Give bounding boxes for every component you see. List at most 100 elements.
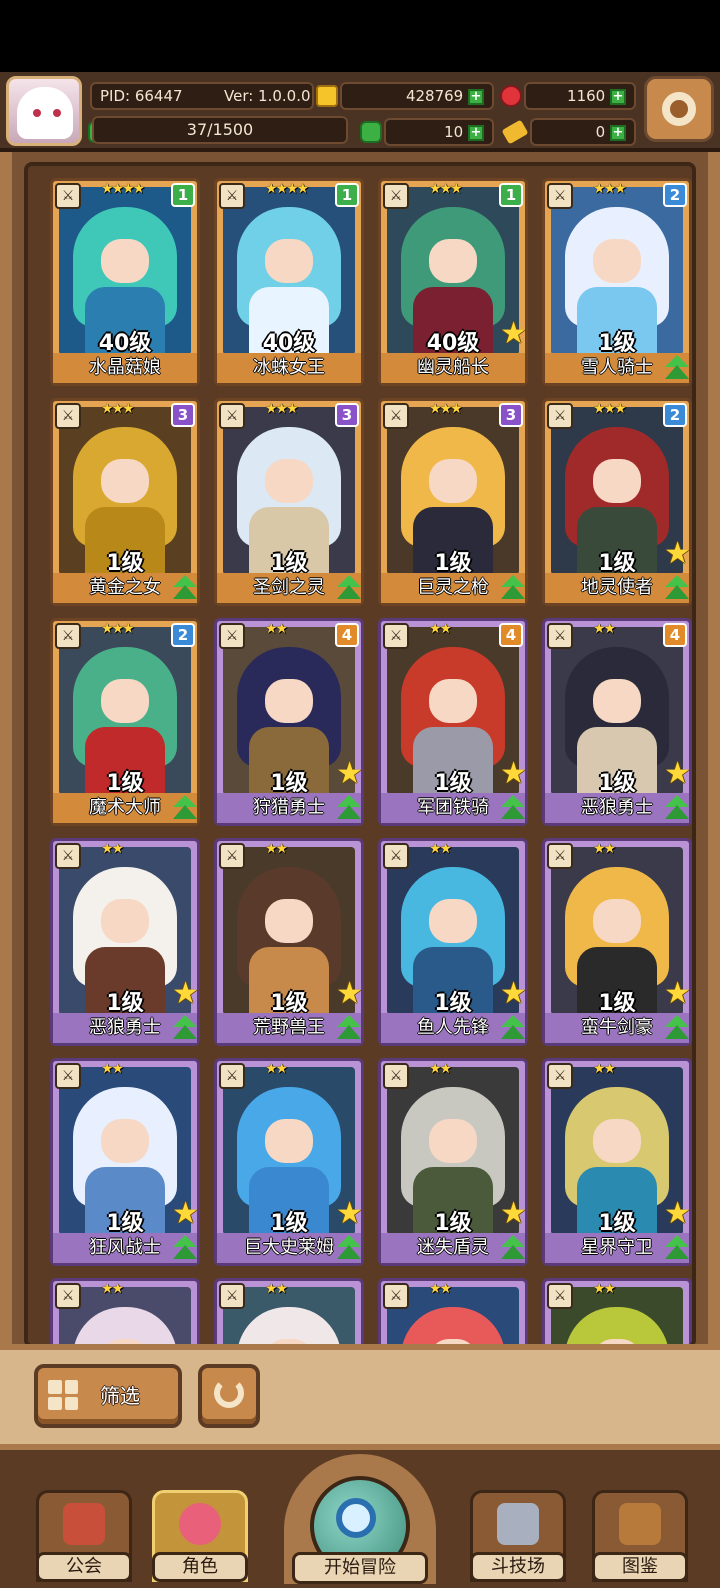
rarity-stars: ★★ — [593, 1061, 616, 1077]
portrait-face — [429, 459, 477, 503]
portrait-face — [265, 1119, 313, 1163]
refresh-button[interactable] — [198, 1364, 260, 1428]
rarity-stars: ★★ — [593, 621, 616, 637]
add-key-button[interactable]: + — [610, 124, 626, 141]
version-text: Ver: 1.0.0.0 — [224, 87, 311, 105]
level-up-arrow-icon — [335, 1233, 363, 1263]
key-amount: 0 — [595, 123, 606, 141]
character-card[interactable]: ⚔ ★★ 1级 鱼人先锋 ★ — [378, 838, 528, 1046]
add-gem-button[interactable]: + — [610, 88, 626, 105]
player-info-pill: PID: 66447 Ver: 1.0.0.0 — [90, 82, 314, 110]
bottom-nav: 公会 角色 开始冒险 斗技场 图鉴 — [0, 1450, 720, 1588]
tier-badge: 2 — [171, 623, 195, 647]
character-card[interactable]: ⚔ ★★★ 2 1级 魔术大师 — [50, 618, 200, 826]
character-card[interactable]: ⚔ ★★★ 3 1级 黄金之女 — [50, 398, 200, 606]
portrait-face — [265, 679, 313, 723]
character-card[interactable]: ⚔ ★★ 1级 巨大史莱姆 ★ — [214, 1058, 364, 1266]
character-card[interactable]: ⚔ ★★ 1级 狂风战士 ★ — [50, 1058, 200, 1266]
gold-pill: 428769 + — [340, 82, 494, 110]
character-card[interactable]: ⚔ ★★ — [542, 1278, 692, 1344]
character-card[interactable]: ⚔ ★★ 1级 迷失盾灵 ★ — [378, 1058, 528, 1266]
nav-guild[interactable]: 公会 — [36, 1490, 132, 1582]
control-bar: 筛选 — [0, 1344, 720, 1450]
character-grid: ⚔ ★★★★ 1 40级 水晶菇娘 ⚔ ★★★★ 1 40级 冰蛛女王 ⚔ ★★★ 1 40级 幽灵船长 ★ ⚔… — [24, 162, 696, 1348]
tier-badge: 3 — [171, 403, 195, 427]
nav-role-label: 角色 — [152, 1552, 248, 1582]
pid-text: PID: 66447 — [100, 87, 183, 105]
class-type-icon: ⚔ — [55, 403, 81, 429]
level-up-arrow-icon — [499, 1233, 527, 1263]
character-card[interactable]: ⚔ ★★ 1级 荒野兽王 ★ — [214, 838, 364, 1046]
character-name: 水晶菇娘 — [53, 353, 197, 383]
character-card[interactable]: ⚔ ★★ 1级 恶狼勇士 ★ — [50, 838, 200, 1046]
portrait-face — [265, 239, 313, 283]
tier-badge: 1 — [171, 183, 195, 207]
player-avatar[interactable] — [6, 76, 82, 146]
character-card[interactable]: ⚔ ★★ 4 1级 恶狼勇士 ★ — [542, 618, 692, 826]
tier-badge: 4 — [663, 623, 687, 647]
class-type-icon: ⚔ — [383, 1283, 409, 1309]
star-upgrade-icon: ★ — [500, 316, 527, 351]
character-card[interactable]: ⚔ ★★★ 1 40级 幽灵船长 ★ — [378, 178, 528, 386]
class-type-icon: ⚔ — [547, 183, 573, 209]
tier-badge: 2 — [663, 403, 687, 427]
nav-codex[interactable]: 图鉴 — [592, 1490, 688, 1582]
star-upgrade-icon: ★ — [664, 756, 691, 791]
star-upgrade-icon: ★ — [664, 1196, 691, 1231]
character-card[interactable]: ⚔ ★★ 1级 星界守卫 ★ — [542, 1058, 692, 1266]
level-up-arrow-icon — [663, 1013, 691, 1043]
magnifier-icon — [336, 1498, 376, 1538]
rarity-stars: ★★★ — [265, 401, 299, 417]
character-card[interactable]: ⚔ ★★ 4 1级 军团铁骑 ★ — [378, 618, 528, 826]
portrait-face — [101, 459, 149, 503]
level-up-arrow-icon — [663, 353, 691, 383]
class-type-icon: ⚔ — [383, 843, 409, 869]
settings-button[interactable] — [644, 76, 714, 142]
nav-adventure[interactable]: 开始冒险 — [280, 1450, 440, 1588]
rarity-stars: ★★ — [101, 841, 124, 857]
portrait-face — [593, 1119, 641, 1163]
character-card[interactable]: ⚔ ★★ 4 1级 狩猎勇士 ★ — [214, 618, 364, 826]
class-type-icon: ⚔ — [55, 843, 81, 869]
top-header: PID: 66447 Ver: 1.0.0.0 428769 + 1160 + … — [0, 72, 720, 152]
rarity-stars: ★★ — [265, 1061, 288, 1077]
character-card[interactable]: ⚔ ★★★ 3 1级 巨灵之枪 — [378, 398, 528, 606]
rarity-stars: ★★★ — [101, 621, 135, 637]
rarity-stars: ★★★★ — [265, 181, 309, 197]
gold-amount: 428769 — [405, 87, 464, 105]
character-card[interactable]: ⚔ ★★★★ 1 40级 冰蛛女王 — [214, 178, 364, 386]
key-icon — [501, 119, 529, 145]
tier-badge: 1 — [335, 183, 359, 207]
character-card[interactable]: ⚔ ★★ — [378, 1278, 528, 1344]
character-card[interactable]: ⚔ ★★★★ 1 40级 水晶菇娘 — [50, 178, 200, 386]
gem-pill: 1160 + — [524, 82, 636, 110]
grid-icon — [48, 1380, 78, 1410]
character-card[interactable]: ⚔ ★★★ 2 1级 雪人骑士 — [542, 178, 692, 386]
star-upgrade-icon: ★ — [336, 976, 363, 1011]
nav-role[interactable]: 角色 — [152, 1490, 248, 1582]
class-type-icon: ⚔ — [547, 843, 573, 869]
class-type-icon: ⚔ — [219, 843, 245, 869]
tier-badge: 3 — [499, 403, 523, 427]
gem-amount: 1160 — [567, 87, 606, 105]
filter-button[interactable]: 筛选 — [34, 1364, 182, 1428]
xp-bar: 37/1500 — [92, 116, 348, 144]
character-card[interactable]: ⚔ ★★★ 2 1级 地灵使者 ★ — [542, 398, 692, 606]
class-type-icon: ⚔ — [219, 1283, 245, 1309]
class-type-icon: ⚔ — [219, 403, 245, 429]
portrait-face — [101, 679, 149, 723]
add-clover-button[interactable]: + — [468, 124, 484, 141]
rarity-stars: ★★ — [101, 1281, 124, 1297]
nav-arena[interactable]: 斗技场 — [470, 1490, 566, 1582]
portrait-face — [429, 899, 477, 943]
star-upgrade-icon: ★ — [664, 976, 691, 1011]
class-type-icon: ⚔ — [55, 623, 81, 649]
character-card[interactable]: ⚔ ★★ — [214, 1278, 364, 1344]
portrait-face — [593, 679, 641, 723]
character-card[interactable]: ⚔ ★★ — [50, 1278, 200, 1344]
star-upgrade-icon: ★ — [336, 756, 363, 791]
character-card[interactable]: ⚔ ★★ 1级 蛮牛剑豪 ★ — [542, 838, 692, 1046]
add-gold-button[interactable]: + — [468, 88, 484, 105]
rarity-stars: ★★ — [429, 621, 452, 637]
character-card[interactable]: ⚔ ★★★ 3 1级 圣剑之灵 — [214, 398, 364, 606]
